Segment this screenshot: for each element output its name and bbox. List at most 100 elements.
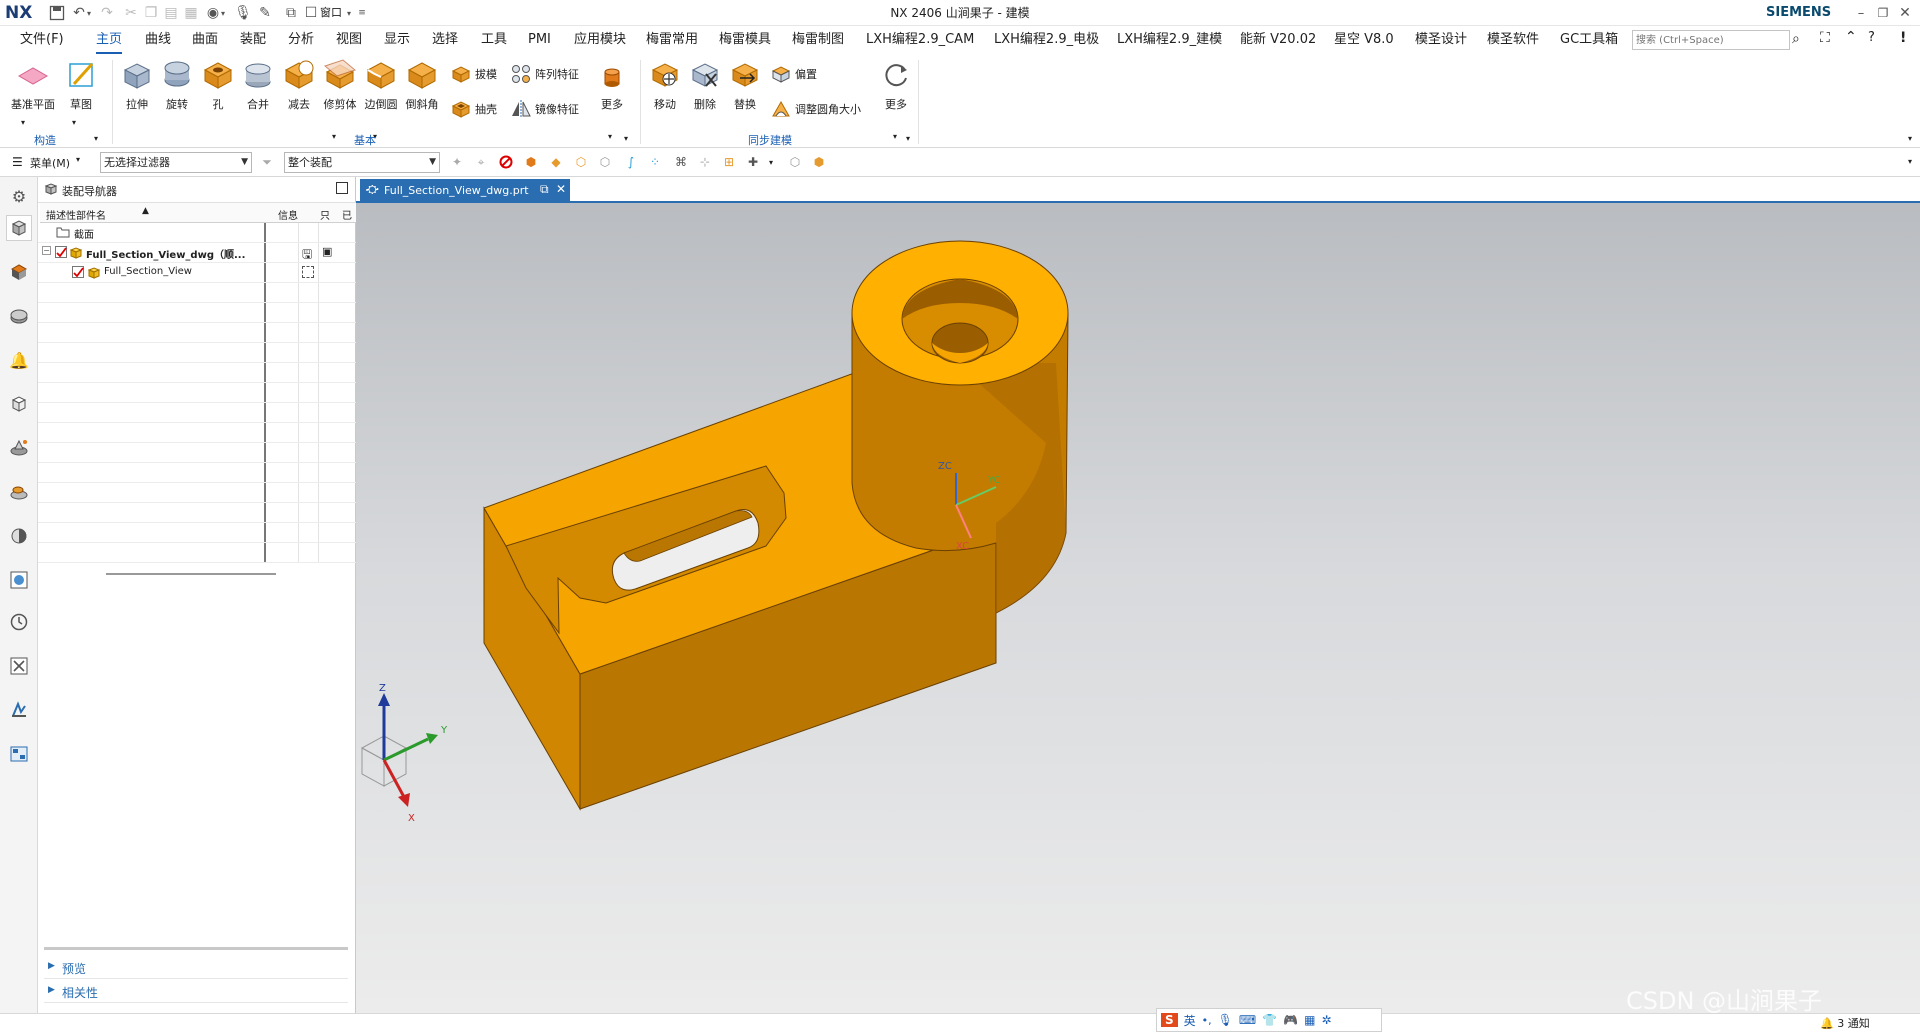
command-search-input[interactable] xyxy=(1632,30,1790,50)
save-icon[interactable] xyxy=(48,4,66,22)
tree-row-section[interactable]: 截面 xyxy=(38,223,356,243)
draft-button[interactable]: 拔模 xyxy=(450,61,497,87)
tab-meilei-common[interactable]: 梅雷常用 xyxy=(646,26,698,54)
tab-curve[interactable]: 曲线 xyxy=(145,26,171,54)
ime-settings-icon[interactable]: ✲ xyxy=(1321,1013,1331,1027)
tab-select[interactable]: 选择 xyxy=(432,26,458,54)
chamfer-button[interactable]: 倒斜角 xyxy=(400,58,444,112)
move-face-button[interactable]: 移动 xyxy=(643,58,687,112)
alert-icon[interactable]: ! xyxy=(1900,30,1906,46)
sketch-dropdown-icon[interactable]: ▾ xyxy=(72,118,76,127)
history-globe-icon[interactable] xyxy=(6,567,32,593)
stop-icon[interactable] xyxy=(497,153,515,171)
window-menu[interactable]: 窗口 xyxy=(320,0,342,26)
delete-face-button[interactable]: 删除 xyxy=(683,58,727,112)
game-icon[interactable]: 🎮 xyxy=(1283,1013,1298,1027)
snap-icon[interactable]: ✦ xyxy=(448,153,466,171)
reuse-library-icon[interactable] xyxy=(6,391,32,417)
panel-splitter[interactable] xyxy=(44,947,348,950)
trim-dropdown-icon[interactable]: ▾ xyxy=(332,132,336,141)
history-clock-icon[interactable] xyxy=(6,609,32,635)
voice-input-icon[interactable]: 🎙 xyxy=(1218,1013,1233,1027)
pattern-feature-button[interactable]: 阵列特征 xyxy=(510,61,579,87)
notification-bell-icon[interactable]: 🔔 xyxy=(6,347,32,373)
body-select-icon[interactable]: ⬡ xyxy=(572,153,590,171)
subtract-button[interactable]: 减去 xyxy=(277,58,321,112)
construct-group-dropdown-icon[interactable]: ▾ xyxy=(94,134,98,143)
quick-access-customize-icon[interactable]: ≡ xyxy=(356,4,368,22)
toolbar-options-icon[interactable]: ▾ xyxy=(1908,157,1912,166)
datum-dropdown-icon[interactable]: ▾ xyxy=(21,118,25,127)
web-browser-icon[interactable] xyxy=(6,479,32,505)
assembly-navigator-icon[interactable] xyxy=(6,215,32,241)
tab-mosheng-design[interactable]: 模圣设计 xyxy=(1415,26,1467,54)
ime-language-toggle[interactable]: 英 xyxy=(1184,1012,1196,1029)
selection-scope-select[interactable]: 整个装配 ▼ xyxy=(284,152,440,173)
maximize-panel-icon[interactable] xyxy=(336,182,348,194)
sort-ascending-icon[interactable]: ▲ xyxy=(142,206,149,216)
close-icon[interactable]: ✕ xyxy=(1896,4,1914,22)
hd3d-tools-icon[interactable] xyxy=(6,435,32,461)
sync-group-dropdown-icon[interactable]: ▾ xyxy=(906,134,910,143)
punctuation-icon[interactable]: •, xyxy=(1202,1014,1212,1027)
cut-icon[interactable]: ✂ xyxy=(122,4,140,22)
roles-icon[interactable] xyxy=(6,697,32,723)
close-tab-icon[interactable]: ✕ xyxy=(556,182,566,196)
col-header-readonly[interactable]: 只 xyxy=(320,207,330,222)
part-navigator-icon[interactable] xyxy=(6,303,32,329)
tab-meilei-mold[interactable]: 梅雷模具 xyxy=(719,26,771,54)
basic-group-dropdown-icon[interactable]: ▾ xyxy=(624,134,628,143)
assembly-select-icon[interactable]: ⊞ xyxy=(720,153,738,171)
help-icon[interactable]: ? xyxy=(1868,30,1875,45)
curve-select-icon[interactable]: ∫ xyxy=(622,153,640,171)
tab-application[interactable]: 应用模块 xyxy=(574,26,626,54)
feature-select-icon[interactable]: ⬢ xyxy=(522,153,540,171)
tab-lxh-cam[interactable]: LXH编程2.9_CAM xyxy=(866,26,974,54)
process-studio-icon[interactable] xyxy=(6,653,32,679)
basic-more-dropdown-icon[interactable]: ▾ xyxy=(608,132,612,141)
sogou-ime-icon[interactable]: S xyxy=(1161,1013,1178,1027)
hole-button[interactable]: 孔 xyxy=(196,58,240,112)
edge-select-icon[interactable]: ⊹ xyxy=(696,153,714,171)
tab-lxh-electrode[interactable]: LXH编程2.9_电极 xyxy=(994,26,1099,54)
toolbox-icon[interactable]: ▦ xyxy=(1304,1013,1315,1027)
tab-tools[interactable]: 工具 xyxy=(481,26,507,54)
col-header-info[interactable]: 信息 xyxy=(278,207,298,222)
settings-gear-icon[interactable]: ⚙ xyxy=(6,183,32,209)
document-tab[interactable]: ⛮ Full_Section_View_dwg.prt ⧉ ✕ xyxy=(360,179,570,203)
copy-icon[interactable]: ❐ xyxy=(142,4,160,22)
visibility-checkbox[interactable] xyxy=(72,266,84,278)
system-scene-icon[interactable] xyxy=(6,741,32,767)
tab-analysis[interactable]: 分析 xyxy=(288,26,314,54)
col-header-last[interactable]: 已 xyxy=(342,207,352,222)
trim-body-button[interactable]: 修剪体 xyxy=(318,58,362,112)
graphics-window[interactable]: ZC YC XC Z Y X CSDN @山涧果子 xyxy=(356,203,1920,1013)
ribbon-options-icon[interactable]: ▾ xyxy=(1908,134,1912,143)
tab-surface[interactable]: 曲面 xyxy=(192,26,218,54)
revolve-button[interactable]: 旋转 xyxy=(155,58,199,112)
add-component-icon[interactable]: ✚ xyxy=(744,153,762,171)
paste-special-icon[interactable]: ▦ xyxy=(182,4,200,22)
float-tab-icon[interactable]: ⧉ xyxy=(540,182,549,197)
col-header-name[interactable]: 描述性部件名 xyxy=(46,207,106,222)
undo-dropdown-icon[interactable]: ▾ xyxy=(84,4,94,22)
shell-button[interactable]: 抽壳 xyxy=(450,96,497,122)
extrude-button[interactable]: 拉伸 xyxy=(115,58,159,112)
edge-blend-button[interactable]: 边倒圆 xyxy=(359,58,403,112)
horizontal-scrollbar[interactable] xyxy=(106,573,276,575)
show-component-icon[interactable]: ⬢ xyxy=(810,153,828,171)
skin-icon[interactable]: 👕 xyxy=(1262,1013,1277,1027)
tree-row-assembly[interactable]: − Full_Section_View_dwg（顺... 🖫 ▣ xyxy=(38,243,356,263)
window-menu-icon[interactable]: ☐ xyxy=(302,4,320,22)
unite-button[interactable]: 合并 xyxy=(236,58,280,112)
palette-icon[interactable] xyxy=(6,523,32,549)
tab-view[interactable]: 视图 xyxy=(336,26,362,54)
menu-hamburger-icon[interactable]: ☰ xyxy=(12,155,23,169)
search-icon[interactable]: ⌕ xyxy=(1792,31,1800,47)
tab-xingkong[interactable]: 星空 V8.0 xyxy=(1334,26,1394,54)
offset-face-button[interactable]: 偏置 xyxy=(770,61,817,87)
paste-icon[interactable]: ▤ xyxy=(162,4,180,22)
fullscreen-icon[interactable]: ⛶ xyxy=(1820,30,1830,46)
tab-gc-toolbox[interactable]: GC工具箱 xyxy=(1560,26,1618,54)
type-filter-select[interactable]: 无选择过滤器 ▼ xyxy=(100,152,252,173)
